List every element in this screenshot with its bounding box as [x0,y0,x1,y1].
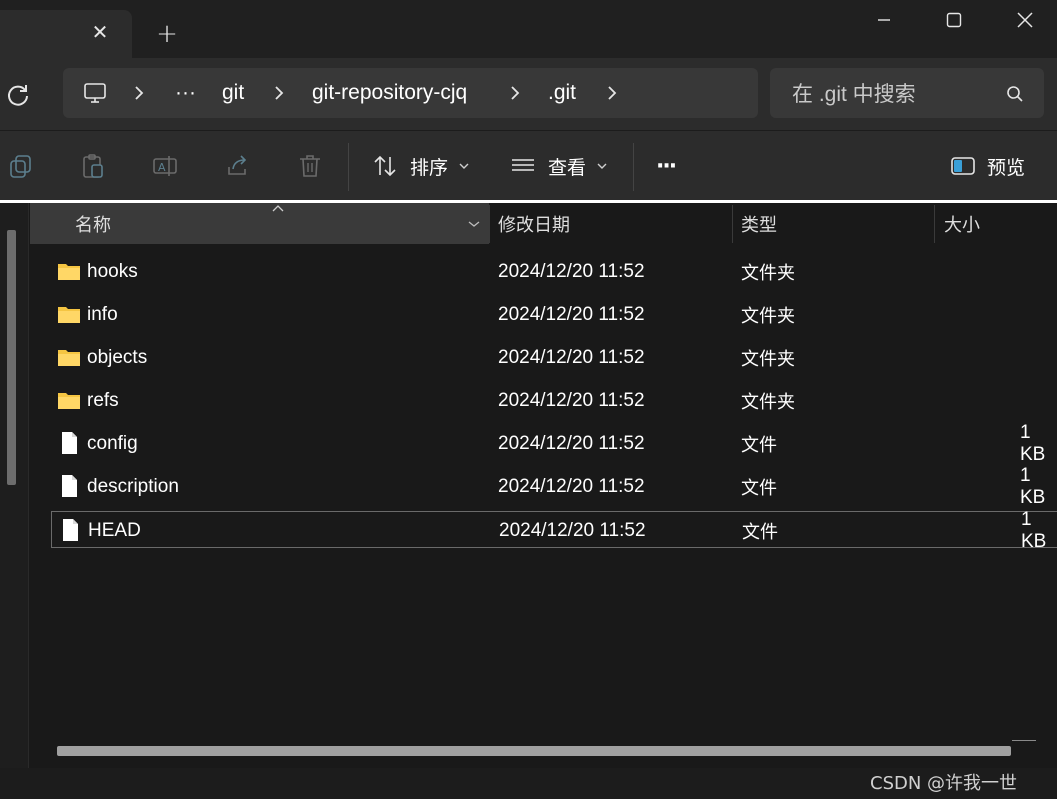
delete-icon[interactable] [297,153,323,179]
file-icon [63,519,78,541]
chevron-right-icon[interactable] [273,68,285,118]
scrollbar-end-mark [1012,740,1036,741]
minimize-icon [878,19,890,21]
view-icon[interactable] [510,153,536,179]
preview-button[interactable]: 预览 [987,131,1025,201]
new-tab-button[interactable]: + [152,19,182,49]
sort-ascending-icon [272,205,284,212]
column-header-type[interactable]: 类型 [741,203,777,244]
file-row[interactable]: refs 2024/12/20 11:52 文件夹 [51,382,1057,419]
breadcrumb-overflow[interactable]: ··· [175,68,196,118]
close-window-button[interactable] [1002,4,1048,36]
chevron-down-icon[interactable] [459,162,469,170]
file-row[interactable]: description 2024/12/20 11:52 文件 1 KB [51,464,1057,508]
active-tab[interactable]: ✕ [0,10,132,58]
preview-pane-icon[interactable] [950,153,976,179]
file-type: 文件 [741,477,777,499]
search-box[interactable]: 在 .git 中搜索 [770,68,1044,118]
column-header-modified[interactable]: 修改日期 [498,203,570,244]
file-name: hooks [87,260,138,282]
search-input[interactable]: 在 .git 中搜索 [792,68,916,118]
file-size: 1 KB [1021,508,1047,552]
file-modified: 2024/12/20 11:52 [498,260,645,282]
more-options-button[interactable]: ··· [656,131,677,201]
rename-icon[interactable]: A [152,153,178,179]
file-modified: 2024/12/20 11:52 [499,519,646,541]
folder-icon [58,393,80,409]
file-row[interactable]: config 2024/12/20 11:52 文件 1 KB [51,421,1057,465]
horizontal-scrollbar-thumb[interactable] [57,746,1011,756]
file-name: description [87,475,179,497]
chevron-right-icon[interactable] [509,68,521,118]
toolbar-divider [348,143,349,191]
chevron-right-icon[interactable] [133,68,145,118]
folder-icon [58,350,80,366]
file-modified: 2024/12/20 11:52 [498,303,645,325]
file-modified: 2024/12/20 11:52 [498,389,645,411]
minimize-button[interactable] [861,4,907,36]
file-name: refs [87,389,119,411]
vertical-scrollbar-thumb[interactable] [7,230,16,485]
file-size: 1 KB [1020,464,1046,508]
view-button[interactable]: 查看 [548,131,586,201]
column-header-size[interactable]: 大小 [944,203,980,244]
close-icon [1017,12,1033,28]
folder-icon [58,307,80,323]
folder-icon [58,264,80,280]
file-row[interactable]: HEAD 2024/12/20 11:52 文件 1 KB [51,508,1057,552]
svg-text:A: A [158,161,166,174]
watermark-text: CSDN @许我一世 [870,773,1018,794]
chevron-right-icon[interactable] [606,68,618,118]
file-type: 文件 [741,434,777,456]
file-row[interactable]: hooks 2024/12/20 11:52 文件夹 [51,253,1057,290]
file-name: config [87,432,138,454]
copy-icon[interactable] [8,153,34,179]
file-modified: 2024/12/20 11:52 [498,475,645,497]
file-type: 文件夹 [741,348,795,370]
file-row[interactable]: info 2024/12/20 11:52 文件夹 [51,296,1057,333]
file-icon [62,475,77,497]
computer-icon[interactable] [83,81,107,105]
breadcrumb-git[interactable]: git [222,68,244,118]
file-type: 文件夹 [741,391,795,413]
search-icon[interactable] [1006,85,1024,103]
paste-icon[interactable] [80,153,106,179]
column-separator[interactable] [934,205,935,243]
maximize-icon [946,12,962,28]
address-bar[interactable]: ··· git git-repository-cjq .git [63,68,758,118]
file-type: 文件夹 [741,262,795,284]
column-separator[interactable] [732,205,733,243]
file-modified: 2024/12/20 11:52 [498,432,645,454]
file-size: 1 KB [1020,421,1046,465]
file-type: 文件夹 [741,305,795,327]
title-bar: ✕ + [0,0,1057,58]
sort-icon[interactable] [372,153,398,179]
tab-close-button[interactable]: ✕ [88,20,112,44]
breadcrumb-git-repository-cjq[interactable]: git-repository-cjq [312,68,467,118]
file-type: 文件 [742,521,778,543]
file-row[interactable]: objects 2024/12/20 11:52 文件夹 [51,339,1057,376]
file-modified: 2024/12/20 11:52 [498,346,645,368]
file-name: info [87,303,118,325]
toolbar-divider [633,143,634,191]
file-name: objects [87,346,148,368]
file-icon [62,432,77,454]
chevron-down-icon[interactable] [597,162,607,170]
sort-button[interactable]: 排序 [410,131,448,201]
chevron-down-icon[interactable] [468,220,480,228]
breadcrumb-dot-git[interactable]: .git [548,68,576,118]
column-separator[interactable] [489,205,490,243]
column-header-name[interactable]: 名称 [75,203,111,244]
file-name: HEAD [88,519,141,541]
share-icon[interactable] [225,153,251,179]
command-bar: A 排序 查看 ··· 预览 [0,131,1057,201]
maximize-button[interactable] [931,4,977,36]
refresh-icon[interactable] [5,82,31,108]
